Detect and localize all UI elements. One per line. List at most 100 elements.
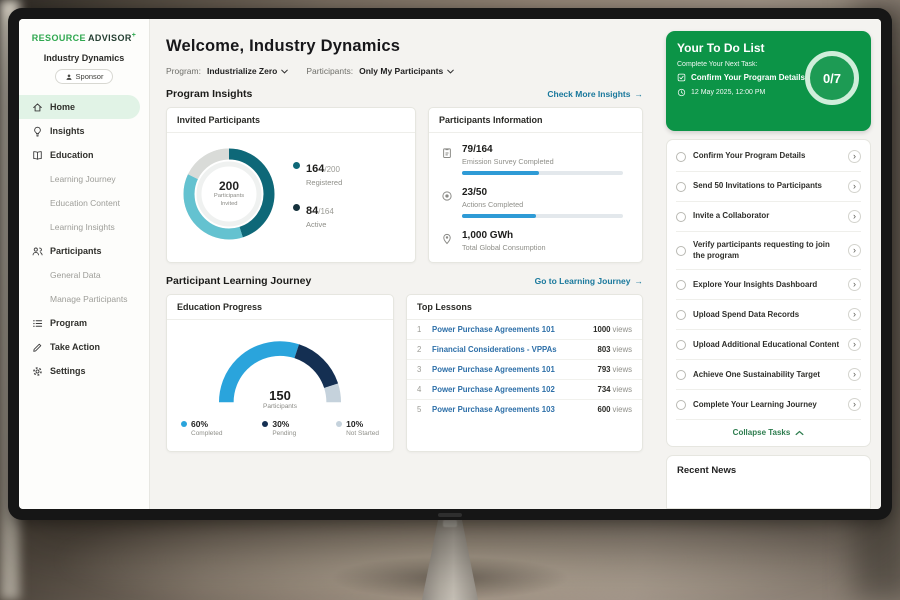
lesson-row: 5 Power Purchase Agreements 103 600views xyxy=(407,400,642,419)
sidebar-item-manage-participants[interactable]: Manage Participants xyxy=(19,287,149,311)
sidebar-item-label: Home xyxy=(50,102,75,112)
participants-select[interactable]: Only My Participants xyxy=(359,66,454,76)
sponsor-badge-label: Sponsor xyxy=(76,72,104,81)
arrow-right-icon: → xyxy=(635,276,644,286)
main-content: Welcome, Industry Dynamics Program: Indu… xyxy=(150,19,656,509)
sidebar-item-general-data[interactable]: General Data xyxy=(19,263,149,287)
task-item[interactable]: Achieve One Sustainability Target › xyxy=(676,360,861,390)
sidebar-item-program[interactable]: Program xyxy=(19,311,149,335)
task-checkbox[interactable] xyxy=(676,182,686,192)
donut-center-label: Participants Invited xyxy=(205,193,253,209)
recent-news-card: Recent News xyxy=(666,455,871,509)
education-gauge-chart: 150 Participants xyxy=(205,328,355,410)
clock-icon xyxy=(677,88,686,97)
sidebar-item-insights[interactable]: Insights xyxy=(19,119,149,143)
task-checkbox[interactable] xyxy=(676,340,686,350)
chevron-right-icon[interactable]: › xyxy=(848,308,861,321)
todo-next-task[interactable]: Confirm Your Program Details xyxy=(677,73,817,82)
chevron-down-icon xyxy=(447,66,454,76)
lesson-row: 3 Power Purchase Agreements 101 793views xyxy=(407,360,642,380)
task-checkbox[interactable] xyxy=(676,370,686,380)
sidebar-item-education[interactable]: Education xyxy=(19,143,149,167)
task-list-card: Confirm Your Program Details › Send 50 I… xyxy=(666,139,871,447)
gauge-center-value: 150 xyxy=(205,388,355,403)
collapse-tasks-link[interactable]: Collapse Tasks xyxy=(676,420,861,444)
home-icon xyxy=(32,102,43,113)
progress-bar xyxy=(462,214,623,218)
sidebar-item-label: Take Action xyxy=(50,342,100,352)
task-checkbox[interactable] xyxy=(676,246,686,256)
pencil-icon xyxy=(32,342,43,353)
task-item[interactable]: Complete Your Learning Journey › xyxy=(676,390,861,420)
list-icon xyxy=(32,318,43,329)
chevron-right-icon[interactable]: › xyxy=(848,398,861,411)
program-filter-label: Program: xyxy=(166,66,201,76)
legend-dot xyxy=(181,421,187,427)
chevron-up-icon xyxy=(795,430,804,436)
task-item[interactable]: Verify participants requesting to join t… xyxy=(676,232,861,270)
go-to-learning-journey-link[interactable]: Go to Learning Journey → xyxy=(535,276,643,286)
monitor-stand-glint xyxy=(443,520,457,527)
lesson-link[interactable]: Power Purchase Agreements 103 xyxy=(432,405,589,414)
logo-plus: + xyxy=(132,32,137,39)
donut-center-value: 200 xyxy=(219,179,239,193)
survey-icon xyxy=(441,146,453,175)
lesson-link[interactable]: Financial Considerations - VPPAs xyxy=(432,345,589,354)
location-pin-icon xyxy=(441,232,453,252)
lesson-row: 1 Power Purchase Agreements 101 1000view… xyxy=(407,320,642,340)
sidebar-item-settings[interactable]: Settings xyxy=(19,359,149,383)
dashboard-screen: RESOURCEADVISOR+ Industry Dynamics Spons… xyxy=(19,19,881,509)
task-item[interactable]: Invite a Collaborator › xyxy=(676,202,861,232)
book-icon xyxy=(32,150,43,161)
chevron-right-icon[interactable]: › xyxy=(848,210,861,223)
org-name: Industry Dynamics xyxy=(19,53,149,63)
legend-item: 30%Pending xyxy=(262,419,296,437)
sidebar-item-education-content[interactable]: Education Content xyxy=(19,191,149,215)
legend-item: 164/200 Registered xyxy=(293,159,342,187)
task-checkbox[interactable] xyxy=(676,280,686,290)
task-item[interactable]: Upload Additional Educational Content › xyxy=(676,330,861,360)
chevron-right-icon[interactable]: › xyxy=(848,244,861,257)
chevron-right-icon[interactable]: › xyxy=(848,338,861,351)
journey-cards-row: Education Progress 150 Participants xyxy=(166,294,643,452)
task-checkbox[interactable] xyxy=(676,400,686,410)
lesson-link[interactable]: Power Purchase Agreements 101 xyxy=(432,325,585,334)
info-row: 23/50 Actions Completed xyxy=(441,181,630,224)
recent-news-title: Recent News xyxy=(677,465,736,476)
task-checkbox[interactable] xyxy=(676,152,686,162)
task-item[interactable]: Upload Spend Data Records › xyxy=(676,300,861,330)
sidebar-item-label: Program xyxy=(50,318,87,328)
chevron-right-icon[interactable]: › xyxy=(848,180,861,193)
filters-bar: Program: Industrialize Zero Participants… xyxy=(166,66,643,76)
task-item[interactable]: Confirm Your Program Details › xyxy=(676,142,861,172)
donut-legend: 164/200 Registered 84/164 Active xyxy=(293,159,342,229)
invited-participants-card: Invited Participants xyxy=(166,107,416,263)
sidebar-item-home[interactable]: Home xyxy=(19,95,140,119)
task-checkbox[interactable] xyxy=(676,212,686,222)
check-more-insights-link[interactable]: Check More Insights → xyxy=(547,89,643,99)
legend-dot xyxy=(293,204,300,211)
bulb-icon xyxy=(32,126,43,137)
chevron-right-icon[interactable]: › xyxy=(848,278,861,291)
info-row: 79/164 Emission Survey Completed xyxy=(441,138,630,181)
todo-summary-card: Your To Do List Complete Your Next Task:… xyxy=(666,31,871,131)
sidebar-item-participants[interactable]: Participants xyxy=(19,239,149,263)
person-icon xyxy=(65,73,73,81)
lesson-row: 4 Power Purchase Agreements 102 734views xyxy=(407,380,642,400)
lesson-link[interactable]: Power Purchase Agreements 101 xyxy=(432,365,589,374)
sidebar-item-learning-insights[interactable]: Learning Insights xyxy=(19,215,149,239)
sidebar-item-take-action[interactable]: Take Action xyxy=(19,335,149,359)
sidebar-item-label: General Data xyxy=(50,270,101,280)
lesson-link[interactable]: Power Purchase Agreements 102 xyxy=(432,385,589,394)
gear-icon xyxy=(32,366,43,377)
sidebar-item-label: Education Content xyxy=(50,198,120,208)
task-item[interactable]: Explore Your Insights Dashboard › xyxy=(676,270,861,300)
program-select[interactable]: Industrialize Zero xyxy=(207,66,288,76)
task-item[interactable]: Send 50 Invitations to Participants › xyxy=(676,172,861,202)
chevron-right-icon[interactable]: › xyxy=(848,368,861,381)
chevron-right-icon[interactable]: › xyxy=(848,150,861,163)
sidebar-item-label: Insights xyxy=(50,126,85,136)
sidebar-item-learning-journey[interactable]: Learning Journey xyxy=(19,167,149,191)
task-checkbox[interactable] xyxy=(676,310,686,320)
card-title: Top Lessons xyxy=(407,295,642,320)
